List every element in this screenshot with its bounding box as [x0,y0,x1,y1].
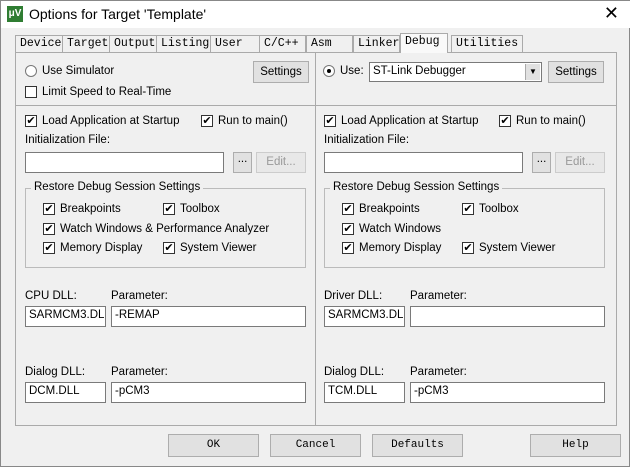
driver-dll-input[interactable]: SARMCM3.DLL [324,306,405,327]
ok-button[interactable]: OK [168,434,259,457]
tab-debug[interactable]: Debug [400,33,448,53]
breakpoints-checkbox[interactable]: ✔ Breakpoints [43,203,121,215]
system-viewer-checkbox[interactable]: ✔ System Viewer [462,242,555,254]
tab-output[interactable]: Output [109,35,161,52]
driver-dll-label: Driver DLL: [324,290,383,302]
defaults-button[interactable]: Defaults [372,434,463,457]
cpu-dll-input[interactable]: SARMCM3.DLL [25,306,106,327]
system-viewer-checkbox[interactable]: ✔ System Viewer [163,242,256,254]
column-divider [315,53,316,425]
cancel-button[interactable]: Cancel [270,434,361,457]
init-file-input[interactable] [25,152,224,173]
tab-target[interactable]: Target [62,35,114,52]
parameter-label: Parameter: [410,290,467,302]
cpu-dll-parameter-input[interactable]: -REMAP [111,306,306,327]
load-app-checkbox[interactable]: ✔ Load Application at Startup [324,115,478,127]
dialog-dll-input[interactable]: TCM.DLL [324,382,405,403]
init-file-edit-button[interactable]: Edit... [256,152,306,173]
cpu-dll-label: CPU DLL: [25,290,77,302]
window-title: Options for Target 'Template' [29,6,207,22]
dialog-dll-parameter-input[interactable]: -pCM3 [111,382,306,403]
tab-asm[interactable]: Asm [306,35,353,52]
dialog-dll-input[interactable]: DCM.DLL [25,382,106,403]
help-button[interactable]: Help [530,434,621,457]
watch-windows-checkbox[interactable]: ✔ Watch Windows [342,223,441,235]
group-label: Restore Debug Session Settings [330,181,503,193]
divider [16,105,616,106]
memory-display-checkbox[interactable]: ✔ Memory Display [43,242,142,254]
init-file-edit-button[interactable]: Edit... [555,152,605,173]
init-file-browse-button[interactable]: ... [233,152,252,173]
close-icon[interactable]: ✕ [604,3,619,24]
title-bar: μV Options for Target 'Template' ✕ [1,1,630,28]
tab-device[interactable]: Device [15,35,67,52]
dialog-dll-parameter-input[interactable]: -pCM3 [410,382,605,403]
use-debugger-radio[interactable]: Use: [323,65,364,77]
tab-user[interactable]: User [210,35,260,52]
parameter-label: Parameter: [410,366,467,378]
toolbox-checkbox[interactable]: ✔ Toolbox [163,203,220,215]
init-file-input[interactable] [324,152,523,173]
tab-utilities[interactable]: Utilities [451,35,524,52]
app-logo-icon: μV [7,6,23,22]
toolbox-checkbox[interactable]: ✔ Toolbox [462,203,519,215]
tab-linker[interactable]: Linker [353,35,400,52]
run-to-main-checkbox[interactable]: ✔ Run to main() [201,115,288,127]
load-app-checkbox[interactable]: ✔ Load Application at Startup [25,115,179,127]
breakpoints-checkbox[interactable]: ✔ Breakpoints [342,203,420,215]
tab-listing[interactable]: Listing [156,35,215,52]
parameter-label: Parameter: [111,366,168,378]
init-file-label: Initialization File: [324,134,410,146]
simulator-settings-button[interactable]: Settings [253,61,309,83]
use-simulator-radio[interactable]: Use Simulator [25,65,114,77]
dialog-dll-label: Dialog DLL: [25,366,86,378]
tab-cpp[interactable]: C/C++ [259,35,306,52]
debugger-settings-button[interactable]: Settings [548,61,604,83]
chevron-down-icon[interactable]: ▼ [525,64,540,80]
init-file-label: Initialization File: [25,134,111,146]
init-file-browse-button[interactable]: ... [532,152,551,173]
watch-windows-checkbox[interactable]: ✔ Watch Windows & Performance Analyzer [43,223,269,235]
memory-display-checkbox[interactable]: ✔ Memory Display [342,242,441,254]
run-to-main-checkbox[interactable]: ✔ Run to main() [499,115,586,127]
dialog-dll-label: Dialog DLL: [324,366,385,378]
parameter-label: Parameter: [111,290,168,302]
driver-dll-parameter-input[interactable] [410,306,605,327]
limit-speed-checkbox[interactable]: Limit Speed to Real-Time [25,86,171,98]
group-label: Restore Debug Session Settings [31,181,204,193]
debugger-select[interactable]: ST-Link Debugger ▼ [369,62,542,82]
